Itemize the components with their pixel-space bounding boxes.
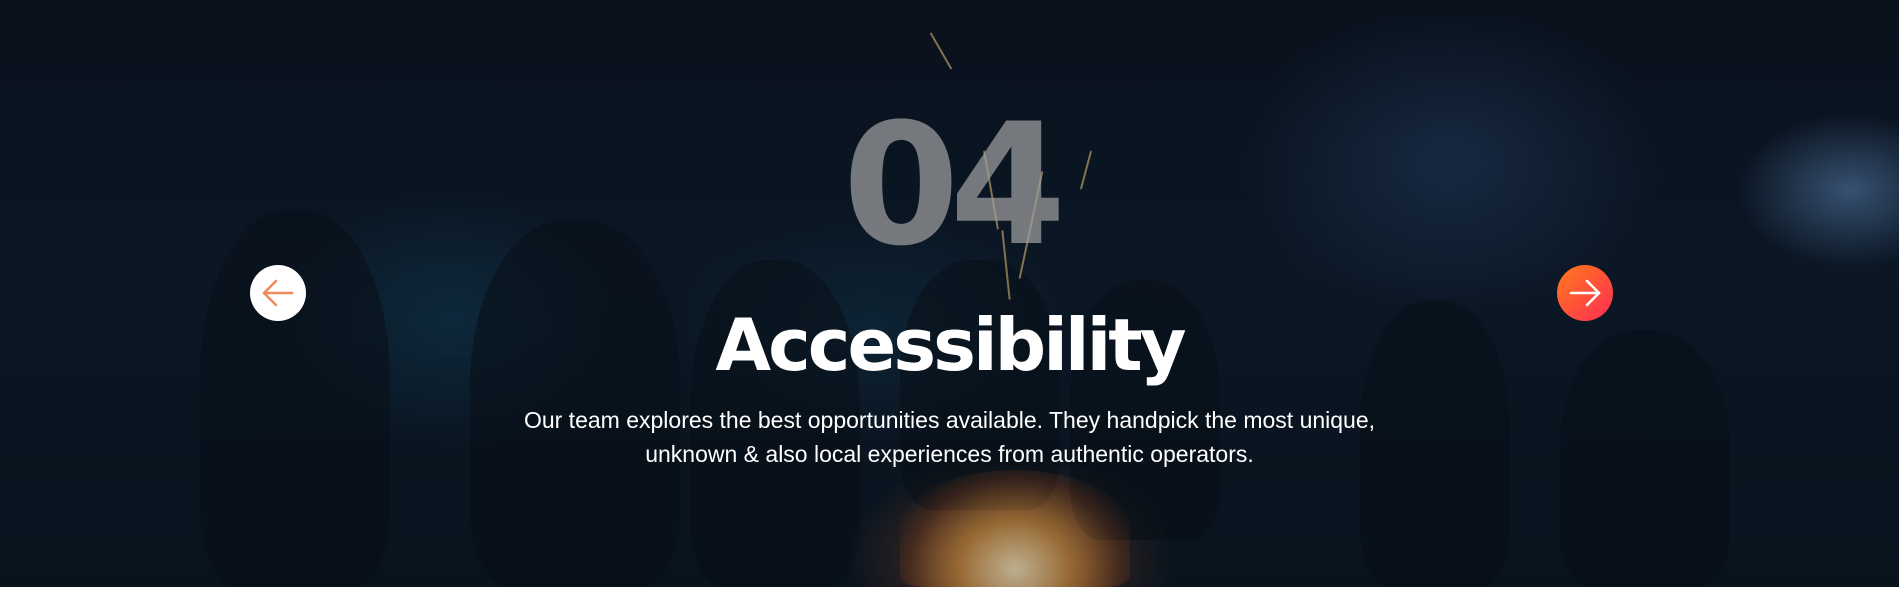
arrow-left-icon: [262, 279, 294, 307]
next-slide-button[interactable]: [1557, 265, 1613, 321]
previous-slide-button[interactable]: [250, 265, 306, 321]
hero-slider: 04 Accessibility Our team explores the b…: [0, 0, 1899, 587]
slide-description-line-1: Our team explores the best opportunities…: [523, 407, 1376, 433]
slide-number: 04: [842, 87, 1067, 283]
slide-description-line-2: unknown & also local experiences from au…: [645, 441, 1254, 467]
arrow-right-icon: [1569, 279, 1601, 307]
slide-description: Our team explores the best opportunities…: [460, 403, 1439, 471]
